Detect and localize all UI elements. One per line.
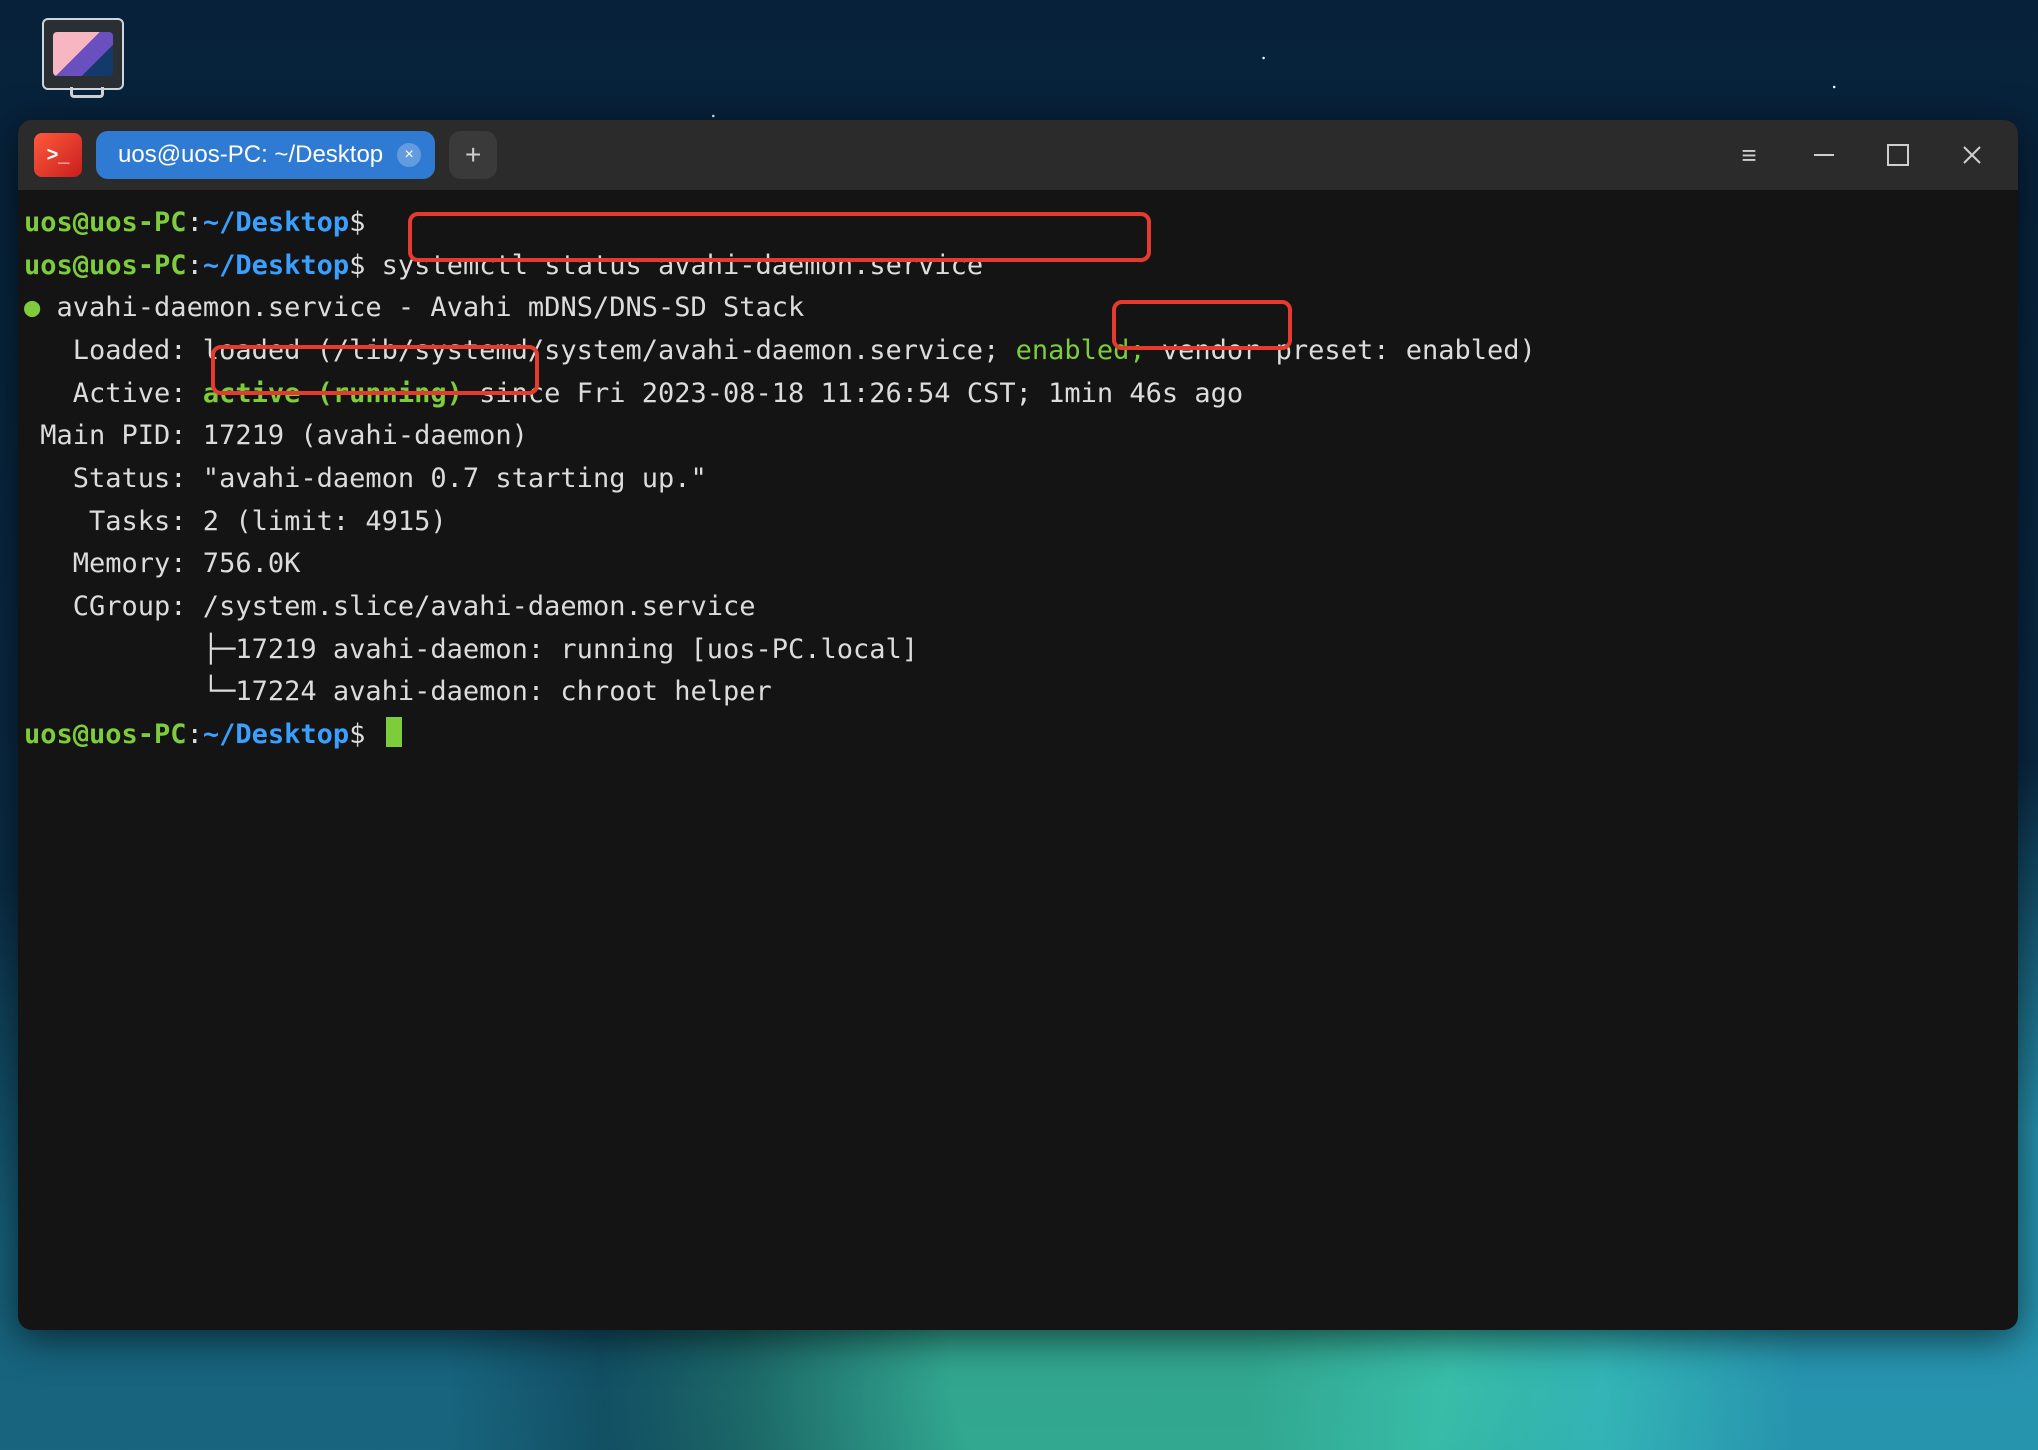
status-line: Status: "avahi-daemon 0.7 starting up." bbox=[24, 463, 707, 494]
maximize-icon bbox=[1887, 144, 1909, 166]
prompt-sigil: $ bbox=[349, 250, 365, 281]
prompt-sigil: $ bbox=[349, 207, 365, 238]
prompt-userhost: uos@uos-PC bbox=[24, 207, 187, 238]
cursor-block bbox=[386, 717, 402, 747]
active-post: since Fri 2023-08-18 11:26:54 CST; 1min … bbox=[463, 378, 1243, 409]
terminal-window: >_ uos@uos-PC: ~/Desktop × + ≡ uos@uos-P… bbox=[18, 120, 2018, 1330]
minimize-icon bbox=[1814, 154, 1834, 156]
taskbar-app-icon[interactable] bbox=[42, 18, 124, 90]
cgroup-line: CGroup: /system.slice/avahi-daemon.servi… bbox=[24, 591, 756, 622]
prompt-path: ~/Desktop bbox=[203, 719, 349, 750]
loaded-enabled: enabled; bbox=[1016, 335, 1146, 366]
prompt-userhost: uos@uos-PC bbox=[24, 250, 187, 281]
status-bullet-icon: ● bbox=[24, 292, 40, 323]
loaded-pre: Loaded: loaded (/lib/systemd/system/avah… bbox=[24, 335, 1016, 366]
memory-line: Memory: 756.0K bbox=[24, 548, 300, 579]
window-close-button[interactable] bbox=[1942, 131, 2002, 179]
wallpaper-thumbnail-icon bbox=[53, 32, 113, 76]
titlebar[interactable]: >_ uos@uos-PC: ~/Desktop × + ≡ bbox=[18, 120, 2018, 190]
close-icon bbox=[1962, 145, 1982, 165]
window-maximize-button[interactable] bbox=[1868, 131, 1928, 179]
terminal-output[interactable]: uos@uos-PC:~/Desktop$ uos@uos-PC:~/Deskt… bbox=[18, 190, 2018, 769]
loaded-post: vendor preset: enabled) bbox=[1146, 335, 1536, 366]
new-tab-button[interactable]: + bbox=[449, 131, 497, 179]
tab-title: uos@uos-PC: ~/Desktop bbox=[118, 141, 383, 169]
monitor-stand-icon bbox=[70, 87, 104, 98]
prompt-userhost: uos@uos-PC bbox=[24, 719, 187, 750]
desktop-background: >_ uos@uos-PC: ~/Desktop × + ≡ uos@uos-P… bbox=[0, 0, 2038, 1450]
terminal-tab[interactable]: uos@uos-PC: ~/Desktop × bbox=[96, 131, 435, 179]
tasks-line: Tasks: 2 (limit: 4915) bbox=[24, 506, 447, 537]
active-value: active (running) bbox=[203, 378, 463, 409]
cgroup-tree-2: └─17224 avahi-daemon: chroot helper bbox=[24, 676, 772, 707]
command-text: systemctl status avahi-daemon.service bbox=[382, 250, 983, 281]
terminal-app-icon[interactable]: >_ bbox=[34, 133, 82, 177]
unit-line: avahi-daemon.service - Avahi mDNS/DNS-SD… bbox=[40, 292, 804, 323]
cgroup-tree-1: ├─17219 avahi-daemon: running [uos-PC.lo… bbox=[24, 634, 918, 665]
mainpid-line: Main PID: 17219 (avahi-daemon) bbox=[24, 420, 528, 451]
prompt-sep: : bbox=[187, 250, 203, 281]
prompt-sep: : bbox=[187, 719, 203, 750]
hamburger-menu-button[interactable]: ≡ bbox=[1720, 131, 1780, 179]
active-pre: Active: bbox=[24, 378, 203, 409]
prompt-path: ~/Desktop bbox=[203, 250, 349, 281]
prompt-sep: : bbox=[187, 207, 203, 238]
tab-close-button[interactable]: × bbox=[397, 143, 421, 167]
window-minimize-button[interactable] bbox=[1794, 131, 1854, 179]
prompt-sigil: $ bbox=[349, 719, 365, 750]
prompt-path: ~/Desktop bbox=[203, 207, 349, 238]
